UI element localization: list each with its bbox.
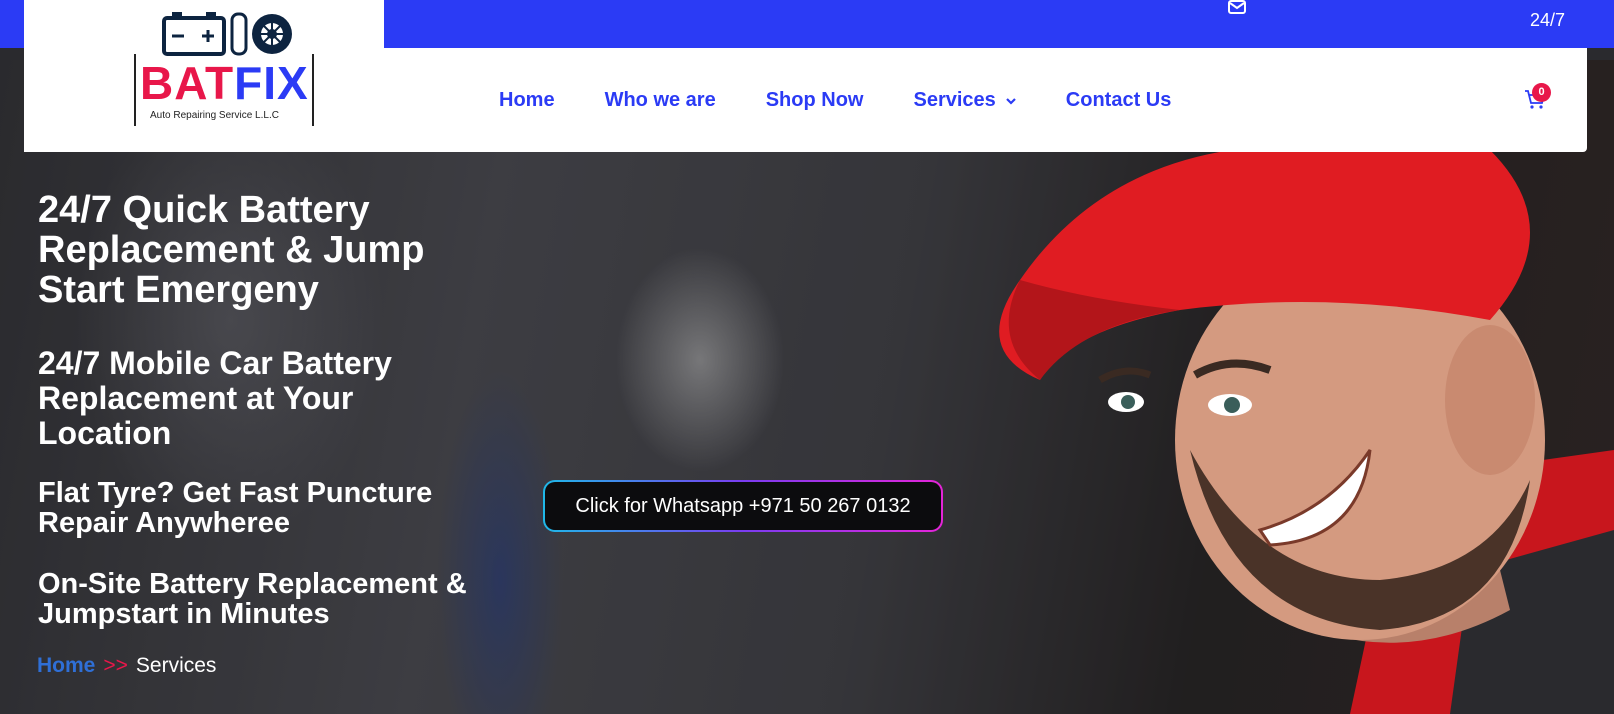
whatsapp-button-label: Click for Whatsapp +971 50 267 0132	[545, 482, 941, 530]
hero-heading-3: Flat Tyre? Get Fast Puncture Repair Anyw…	[38, 477, 433, 539]
nav-home[interactable]: Home	[499, 89, 555, 112]
breadcrumb-separator: >>	[103, 654, 128, 677]
nav-who-we-are[interactable]: Who we are	[605, 89, 716, 112]
logo-tagline: Auto Repairing Service L.L.C	[150, 110, 279, 121]
chevron-down-icon	[1006, 97, 1016, 105]
hours-text: 24/7	[1530, 10, 1566, 30]
whatsapp-button[interactable]: Click for Whatsapp +971 50 267 0132	[543, 480, 943, 532]
hero-heading-4: On-Site Battery Replacement & Jumpstart …	[38, 568, 467, 630]
breadcrumb-home-link[interactable]: Home	[37, 654, 95, 677]
site-logo[interactable]: BATFIX Auto Repairing Service L.L.C	[134, 10, 324, 128]
nav-shop-now[interactable]: Shop Now	[766, 89, 864, 112]
battery-and-tyre-icon	[162, 12, 292, 56]
breadcrumb: Home >> Services	[37, 654, 216, 678]
mechanic-photo	[999, 150, 1614, 714]
envelope-icon[interactable]	[1228, 0, 1248, 16]
nav-contact-us[interactable]: Contact Us	[1066, 89, 1172, 112]
logo-wordmark: BATFIX	[140, 57, 309, 109]
nav-services-label: Services	[913, 89, 996, 111]
main-nav: Home Who we are Shop Now Services Contac…	[499, 89, 1221, 112]
nav-services[interactable]: Services	[913, 89, 1016, 112]
breadcrumb-current: Services	[135, 654, 217, 677]
hero-heading-2: 24/7 Mobile Car Battery Replacement at Y…	[38, 345, 392, 451]
cart-count-badge: 0	[1532, 83, 1551, 102]
hero-heading-1: 24/7 Quick Battery Replacement & Jump St…	[38, 189, 425, 311]
logo-container: BATFIX Auto Repairing Service L.L.C	[24, 0, 384, 152]
